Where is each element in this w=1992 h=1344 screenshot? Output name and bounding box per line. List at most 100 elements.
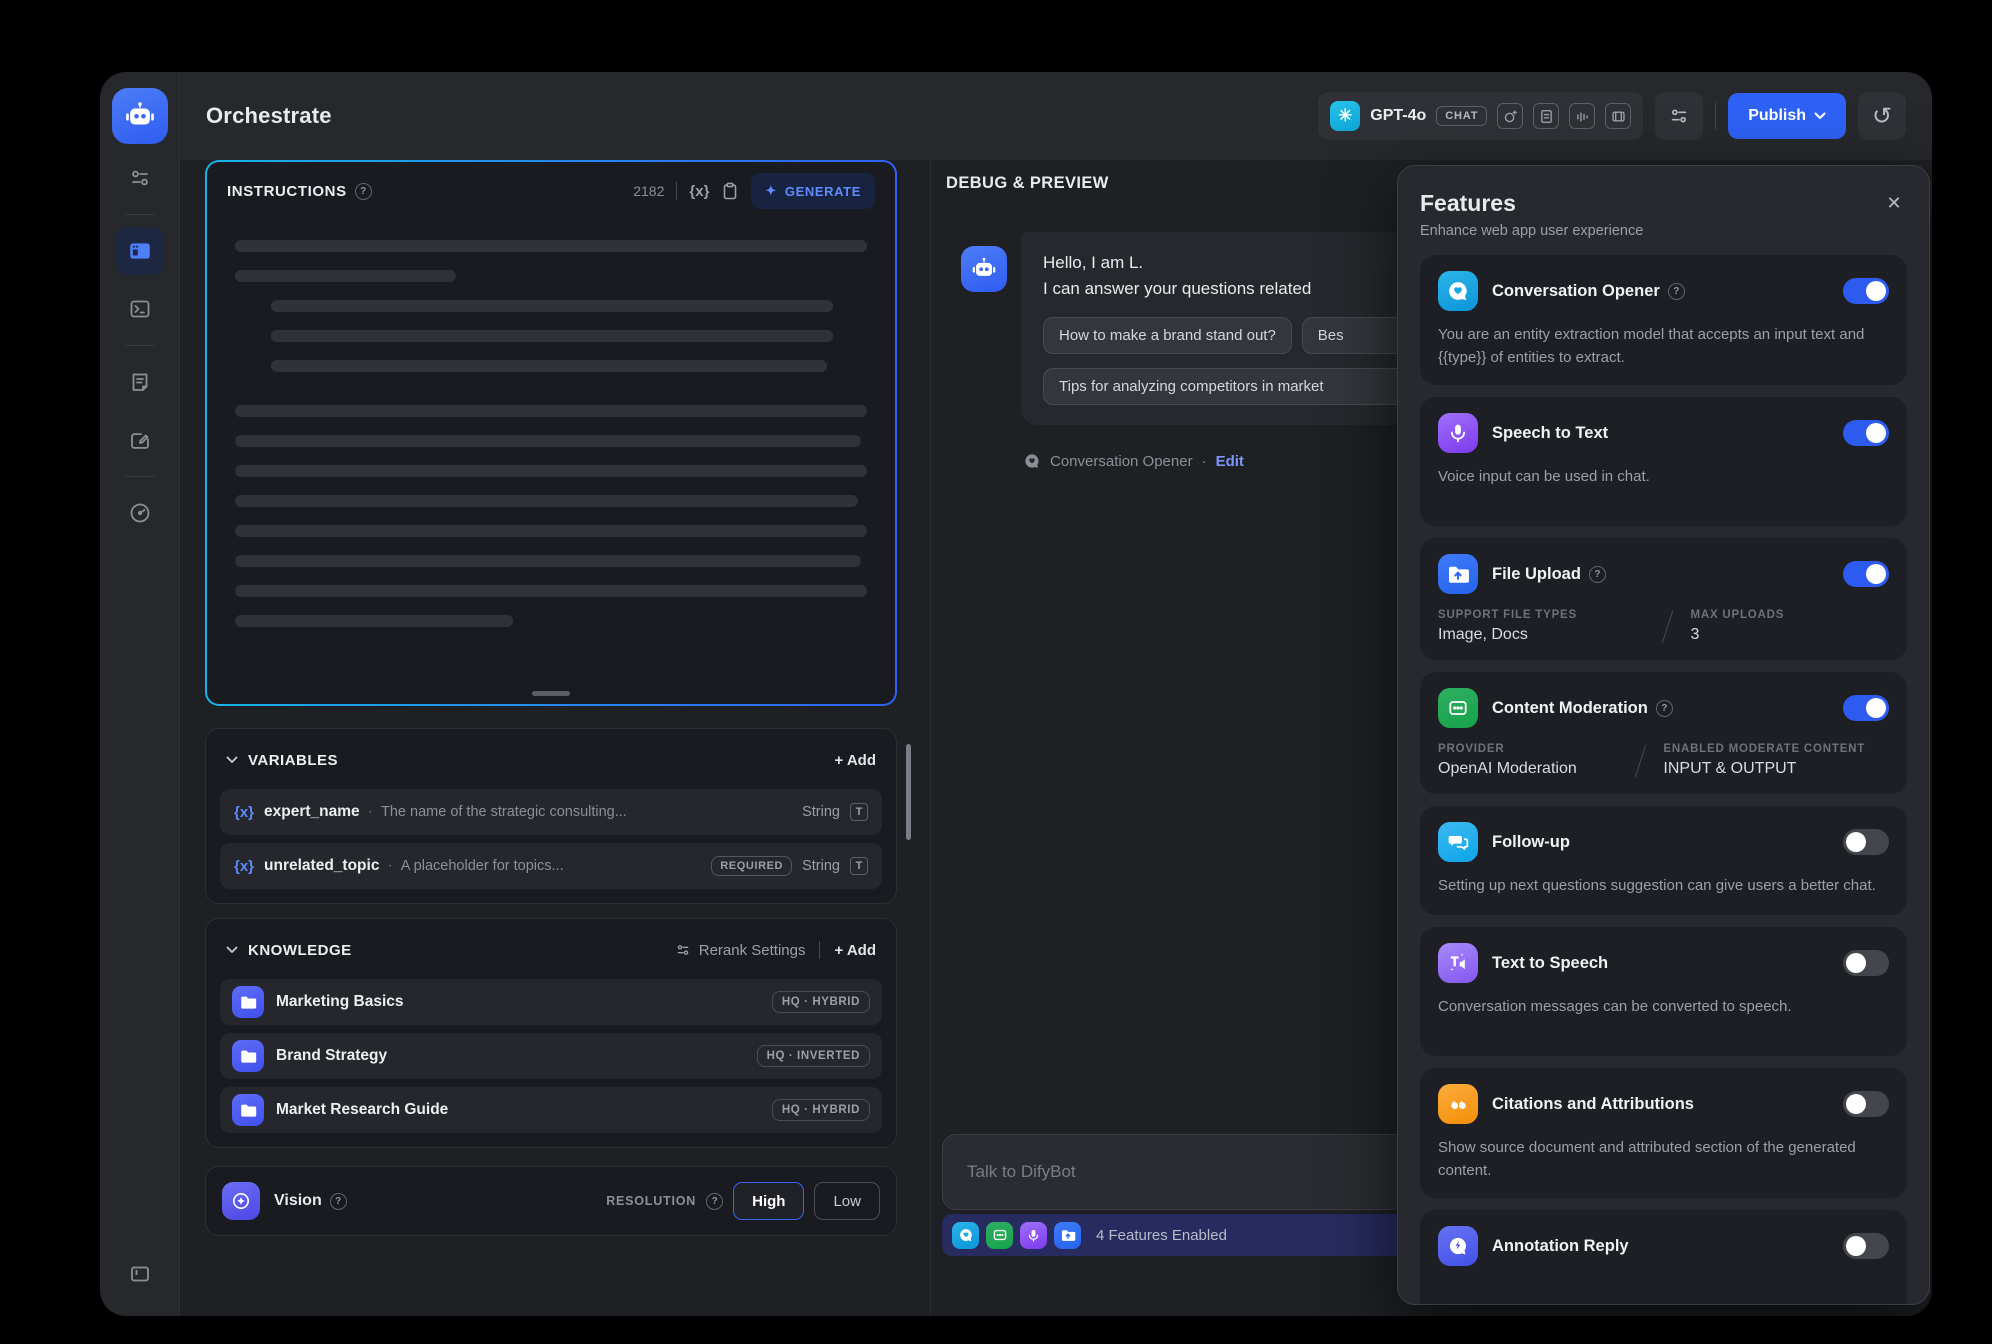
sidebar-item-annotations[interactable] bbox=[116, 416, 164, 464]
version-history-button[interactable]: ↺ bbox=[1858, 92, 1906, 140]
rail-divider bbox=[125, 476, 155, 477]
variable-braces-icon[interactable]: {x} bbox=[689, 183, 709, 200]
features-title: Features bbox=[1420, 190, 1907, 217]
variable-icon: {x} bbox=[234, 858, 254, 875]
help-icon[interactable]: ? bbox=[706, 1193, 723, 1210]
collapse-sidebar-button[interactable] bbox=[116, 1250, 164, 1298]
feature-card-speech-to-text: Speech to Text Voice input can be used i… bbox=[1420, 397, 1907, 526]
left-rail bbox=[100, 72, 180, 1316]
feature-toggle[interactable] bbox=[1843, 561, 1889, 587]
knowledge-badge: HQ · INVERTED bbox=[757, 1045, 870, 1067]
content-moderation-icon bbox=[1438, 688, 1478, 728]
model-parameters-button[interactable] bbox=[1655, 92, 1703, 140]
resize-handle[interactable] bbox=[532, 691, 570, 696]
help-icon[interactable]: ? bbox=[355, 183, 372, 200]
features-enabled-text: 4 Features Enabled bbox=[1096, 1227, 1227, 1244]
stat-value: OpenAI Moderation bbox=[1438, 760, 1618, 778]
model-selector[interactable]: ✳ GPT-4o CHAT bbox=[1318, 92, 1643, 140]
separator: · bbox=[368, 803, 373, 821]
help-icon[interactable]: ? bbox=[330, 1193, 347, 1210]
feature-toggle[interactable] bbox=[1843, 278, 1889, 304]
sidebar-item-logs[interactable] bbox=[116, 358, 164, 406]
variable-desc: A placeholder for topics... bbox=[401, 858, 564, 874]
feature-desc: Conversation messages can be converted t… bbox=[1438, 996, 1889, 1040]
knowledge-row[interactable]: Market Research Guide HQ · HYBRID bbox=[220, 1087, 882, 1133]
conversation-opener-icon bbox=[952, 1222, 979, 1249]
feature-title: Text to Speech bbox=[1492, 954, 1608, 973]
feature-card-file-upload: File Upload ? SUPPORT FILE TYPES Image, … bbox=[1420, 538, 1907, 660]
resolution-low-button[interactable]: Low bbox=[814, 1182, 880, 1220]
openai-logo-icon: ✳ bbox=[1330, 101, 1360, 131]
stat-label: MAX UPLOADS bbox=[1690, 609, 1784, 621]
stat-value: 3 bbox=[1690, 626, 1784, 644]
resolution-high-button[interactable]: High bbox=[733, 1182, 804, 1220]
scrollbar[interactable] bbox=[906, 744, 911, 840]
separator: · bbox=[387, 857, 392, 875]
knowledge-title: KNOWLEDGE bbox=[248, 942, 352, 959]
knowledge-section: KNOWLEDGE Rerank Settings + Add bbox=[205, 918, 897, 1148]
sparkle-icon: ✦ bbox=[765, 183, 777, 199]
feature-card-text-to-speech: Text to Speech Conversation messages can… bbox=[1420, 927, 1907, 1056]
prompt-skeleton[interactable] bbox=[207, 220, 895, 627]
close-icon[interactable]: ✕ bbox=[1883, 192, 1905, 214]
help-icon[interactable]: ? bbox=[1656, 700, 1673, 717]
annotation-reply-icon bbox=[1438, 1226, 1478, 1266]
document-icon bbox=[1533, 103, 1559, 129]
follow-up-icon bbox=[1438, 822, 1478, 862]
stat-label: ENABLED MODERATE CONTENT bbox=[1663, 743, 1865, 755]
generate-label: GENERATE bbox=[785, 184, 861, 199]
knowledge-row[interactable]: Brand Strategy HQ · INVERTED bbox=[220, 1033, 882, 1079]
rail-divider bbox=[125, 214, 155, 215]
knowledge-name: Market Research Guide bbox=[276, 1101, 448, 1119]
variable-row[interactable]: {x} expert_name · The name of the strate… bbox=[220, 789, 882, 835]
divider bbox=[819, 941, 820, 959]
rerank-settings-button[interactable]: Rerank Settings bbox=[675, 942, 806, 959]
knowledge-badge: HQ · HYBRID bbox=[772, 1099, 870, 1121]
edit-opener-link[interactable]: Edit bbox=[1216, 453, 1244, 470]
model-mode-badge: CHAT bbox=[1436, 106, 1487, 126]
clipboard-icon[interactable] bbox=[721, 182, 739, 200]
help-icon[interactable]: ? bbox=[1668, 283, 1685, 300]
feature-toggle[interactable] bbox=[1843, 1091, 1889, 1117]
feature-desc: You are an entity extraction model that … bbox=[1438, 324, 1889, 369]
help-icon[interactable]: ? bbox=[1589, 566, 1606, 583]
feature-toggle[interactable] bbox=[1843, 950, 1889, 976]
collapse-panel-icon bbox=[128, 1262, 152, 1286]
chevron-down-icon[interactable] bbox=[226, 946, 238, 954]
opener-label: Conversation Opener bbox=[1050, 453, 1193, 470]
feature-toggle[interactable] bbox=[1843, 420, 1889, 446]
feature-card-citations: Citations and Attributions Show source d… bbox=[1420, 1068, 1907, 1198]
chevron-down-icon[interactable] bbox=[226, 756, 238, 764]
vision-feature-icon bbox=[222, 1182, 260, 1220]
add-variable-button[interactable]: + Add bbox=[834, 752, 876, 769]
knowledge-row[interactable]: Marketing Basics HQ · HYBRID bbox=[220, 979, 882, 1025]
feature-desc bbox=[1438, 1279, 1889, 1303]
text-to-speech-icon bbox=[1438, 943, 1478, 983]
suggested-question-chip[interactable]: How to make a brand stand out? bbox=[1043, 317, 1292, 354]
sidebar-item-settings[interactable] bbox=[116, 154, 164, 202]
feature-toggle[interactable] bbox=[1843, 1233, 1889, 1259]
feature-title: File Upload bbox=[1492, 565, 1581, 584]
robot-icon bbox=[971, 256, 997, 282]
feature-toggle[interactable] bbox=[1843, 695, 1889, 721]
instructions-title: INSTRUCTIONS bbox=[227, 183, 347, 200]
feature-title: Follow-up bbox=[1492, 833, 1570, 852]
feature-title: Citations and Attributions bbox=[1492, 1095, 1694, 1114]
variable-row[interactable]: {x} unrelated_topic · A placeholder for … bbox=[220, 843, 882, 889]
content-moderation-icon bbox=[986, 1222, 1013, 1249]
add-knowledge-button[interactable]: + Add bbox=[834, 942, 876, 959]
sidebar-item-monitoring[interactable] bbox=[116, 489, 164, 537]
stat-label: SUPPORT FILE TYPES bbox=[1438, 609, 1645, 621]
publish-button[interactable]: Publish bbox=[1728, 93, 1846, 139]
feature-toggle[interactable] bbox=[1843, 829, 1889, 855]
chat-input-placeholder: Talk to DifyBot bbox=[967, 1162, 1076, 1182]
generate-button[interactable]: ✦ GENERATE bbox=[751, 173, 875, 209]
robot-app-icon[interactable] bbox=[112, 88, 168, 144]
variables-section: VARIABLES + Add {x} expert_name · The na… bbox=[205, 728, 897, 904]
variable-type: String bbox=[802, 858, 840, 874]
vision-title: Vision bbox=[274, 1192, 322, 1210]
feature-card-follow-up: Follow-up Setting up next questions sugg… bbox=[1420, 806, 1907, 915]
variable-icon: {x} bbox=[234, 804, 254, 821]
sidebar-item-terminal[interactable] bbox=[116, 285, 164, 333]
sidebar-item-orchestrate[interactable] bbox=[116, 227, 164, 275]
